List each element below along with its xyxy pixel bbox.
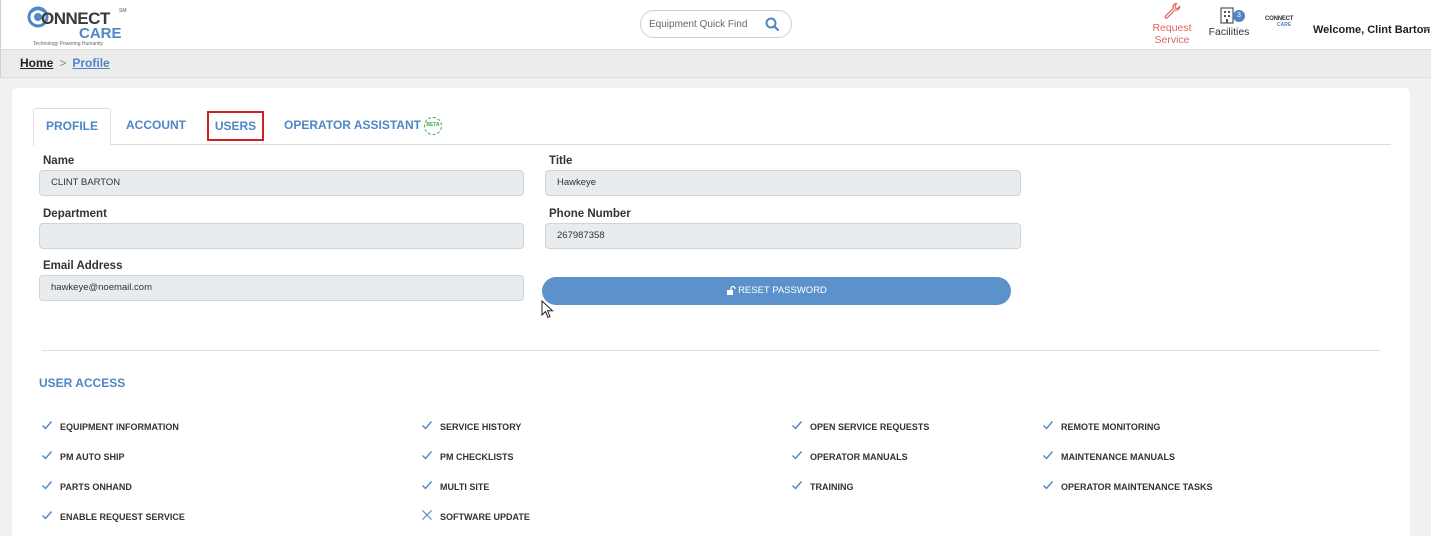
user-access-item: PM AUTO SHIP <box>42 451 125 462</box>
user-access-item-label: OPEN SERVICE REQUESTS <box>810 422 930 432</box>
user-access-item: EQUIPMENT INFORMATION <box>42 421 179 432</box>
check-icon <box>422 421 433 430</box>
tab-users-label: USERS <box>214 119 257 133</box>
user-access-item-label: MAINTENANCE MANUALS <box>1061 452 1175 462</box>
user-access-item: MAINTENANCE MANUALS <box>1043 451 1175 462</box>
user-access-item-label: OPERATOR MANUALS <box>810 452 908 462</box>
check-icon <box>792 421 803 430</box>
check-icon <box>42 421 53 430</box>
tab-operator-assistant-label: OPERATOR ASSISTANT <box>284 118 421 132</box>
profile-tabs: PROFILE ACCOUNT USERS OPERATOR ASSISTANT… <box>33 108 1391 146</box>
equipment-quick-find <box>640 10 792 38</box>
app-header: ONNECT SM CARE Technology Powering Human… <box>0 0 1431 50</box>
breadcrumb-separator: > <box>59 56 67 70</box>
mouse-pointer-icon <box>541 300 554 319</box>
welcome-user-menu[interactable]: Welcome, Clint Barton <box>1313 24 1430 36</box>
check-icon <box>42 481 53 490</box>
user-access-item-label: OPERATOR MAINTENANCE TASKS <box>1061 482 1213 492</box>
request-service-label: Request Service <box>1152 22 1192 46</box>
facilities-count-badge: 3 <box>1233 10 1245 22</box>
breadcrumb: Home > Profile <box>20 56 110 70</box>
user-access-item-label: PM AUTO SHIP <box>60 452 125 462</box>
request-service-button[interactable]: Request Service <box>1149 2 1195 46</box>
logo-care-text: CARE <box>79 25 122 42</box>
user-access-item-label: SERVICE HISTORY <box>440 422 522 432</box>
check-icon <box>422 481 433 490</box>
user-access-item-label: EQUIPMENT INFORMATION <box>60 422 179 432</box>
user-access-item-label: TRAINING <box>810 482 854 492</box>
check-icon <box>792 481 803 490</box>
check-icon <box>792 451 803 460</box>
department-field[interactable] <box>39 223 524 249</box>
tab-account-label: ACCOUNT <box>126 118 186 132</box>
breadcrumb-profile-link[interactable]: Profile <box>72 56 109 70</box>
tab-profile[interactable]: PROFILE <box>33 108 111 146</box>
unlock-icon <box>727 285 736 295</box>
name-label: Name <box>43 155 75 167</box>
search-icon[interactable] <box>765 17 779 31</box>
reset-password-label: RESET PASSWORD <box>738 285 827 296</box>
check-icon <box>1043 421 1054 430</box>
user-access-item: MULTI SITE <box>422 481 490 492</box>
user-access-item: SOFTWARE UPDATE <box>422 510 530 522</box>
user-access-item-label: MULTI SITE <box>440 482 490 492</box>
facilities-button[interactable]: 3 Facilities <box>1204 4 1254 44</box>
user-access-item-label: PARTS ONHAND <box>60 482 132 492</box>
check-icon <box>42 451 53 460</box>
facility-logo: CONNECT CARE <box>1265 16 1301 32</box>
user-access-item-label: REMOTE MONITORING <box>1061 422 1161 432</box>
user-access-item: OPERATOR MANUALS <box>792 451 908 462</box>
user-access-item: PM CHECKLISTS <box>422 451 514 462</box>
check-icon <box>42 511 53 520</box>
connect-care-logo[interactable]: ONNECT SM CARE Technology Powering Human… <box>27 4 137 48</box>
user-access-item: OPERATOR MAINTENANCE TASKS <box>1043 481 1213 492</box>
user-access-item: SERVICE HISTORY <box>422 421 522 432</box>
wrench-icon <box>1164 2 1181 19</box>
facilities-label: Facilities <box>1208 26 1250 38</box>
user-access-item: REMOTE MONITORING <box>1043 421 1161 432</box>
phone-number-field[interactable]: 267987358 <box>545 223 1021 249</box>
user-access-title: USER ACCESS <box>39 376 126 390</box>
tab-account[interactable]: ACCOUNT <box>115 108 197 145</box>
logo-tagline: Technology Powering Humanity <box>33 41 104 47</box>
title-field[interactable]: Hawkeye <box>545 170 1021 196</box>
user-access-item: TRAINING <box>792 481 854 492</box>
user-access-item-label: SOFTWARE UPDATE <box>440 512 530 522</box>
user-access-item-label: ENABLE REQUEST SERVICE <box>60 512 185 522</box>
name-field[interactable]: CLINT BARTON <box>39 170 524 196</box>
user-access-item: PARTS ONHAND <box>42 481 132 492</box>
check-icon <box>1043 451 1054 460</box>
phone-number-label: Phone Number <box>549 208 631 220</box>
department-label: Department <box>43 208 107 220</box>
check-icon <box>422 451 433 460</box>
check-icon <box>1043 481 1054 490</box>
profile-card <box>12 88 1410 536</box>
section-divider <box>42 350 1380 351</box>
logo-sm-mark: SM <box>119 8 127 14</box>
title-label: Title <box>549 155 573 167</box>
chevron-down-icon[interactable] <box>1422 24 1431 33</box>
reset-password-button[interactable]: RESET PASSWORD <box>542 277 1011 305</box>
equipment-search-input[interactable] <box>649 15 761 33</box>
breadcrumb-bar: Home > Profile <box>0 50 1431 78</box>
email-address-field[interactable]: hawkeye@noemail.com <box>39 275 524 301</box>
email-address-label: Email Address <box>43 260 123 272</box>
user-access-item-label: PM CHECKLISTS <box>440 452 514 462</box>
breadcrumb-home-link[interactable]: Home <box>20 56 53 70</box>
beta-badge: BETA <box>423 116 442 135</box>
tab-users[interactable]: USERS <box>207 111 264 141</box>
facility-logo-care: CARE <box>1277 22 1292 28</box>
x-mark-icon <box>422 510 432 520</box>
tab-profile-label: PROFILE <box>45 119 98 133</box>
user-access-item: OPEN SERVICE REQUESTS <box>792 421 930 432</box>
user-access-item: ENABLE REQUEST SERVICE <box>42 511 185 522</box>
tab-operator-assistant[interactable]: OPERATOR ASSISTANT BETA <box>279 108 447 145</box>
